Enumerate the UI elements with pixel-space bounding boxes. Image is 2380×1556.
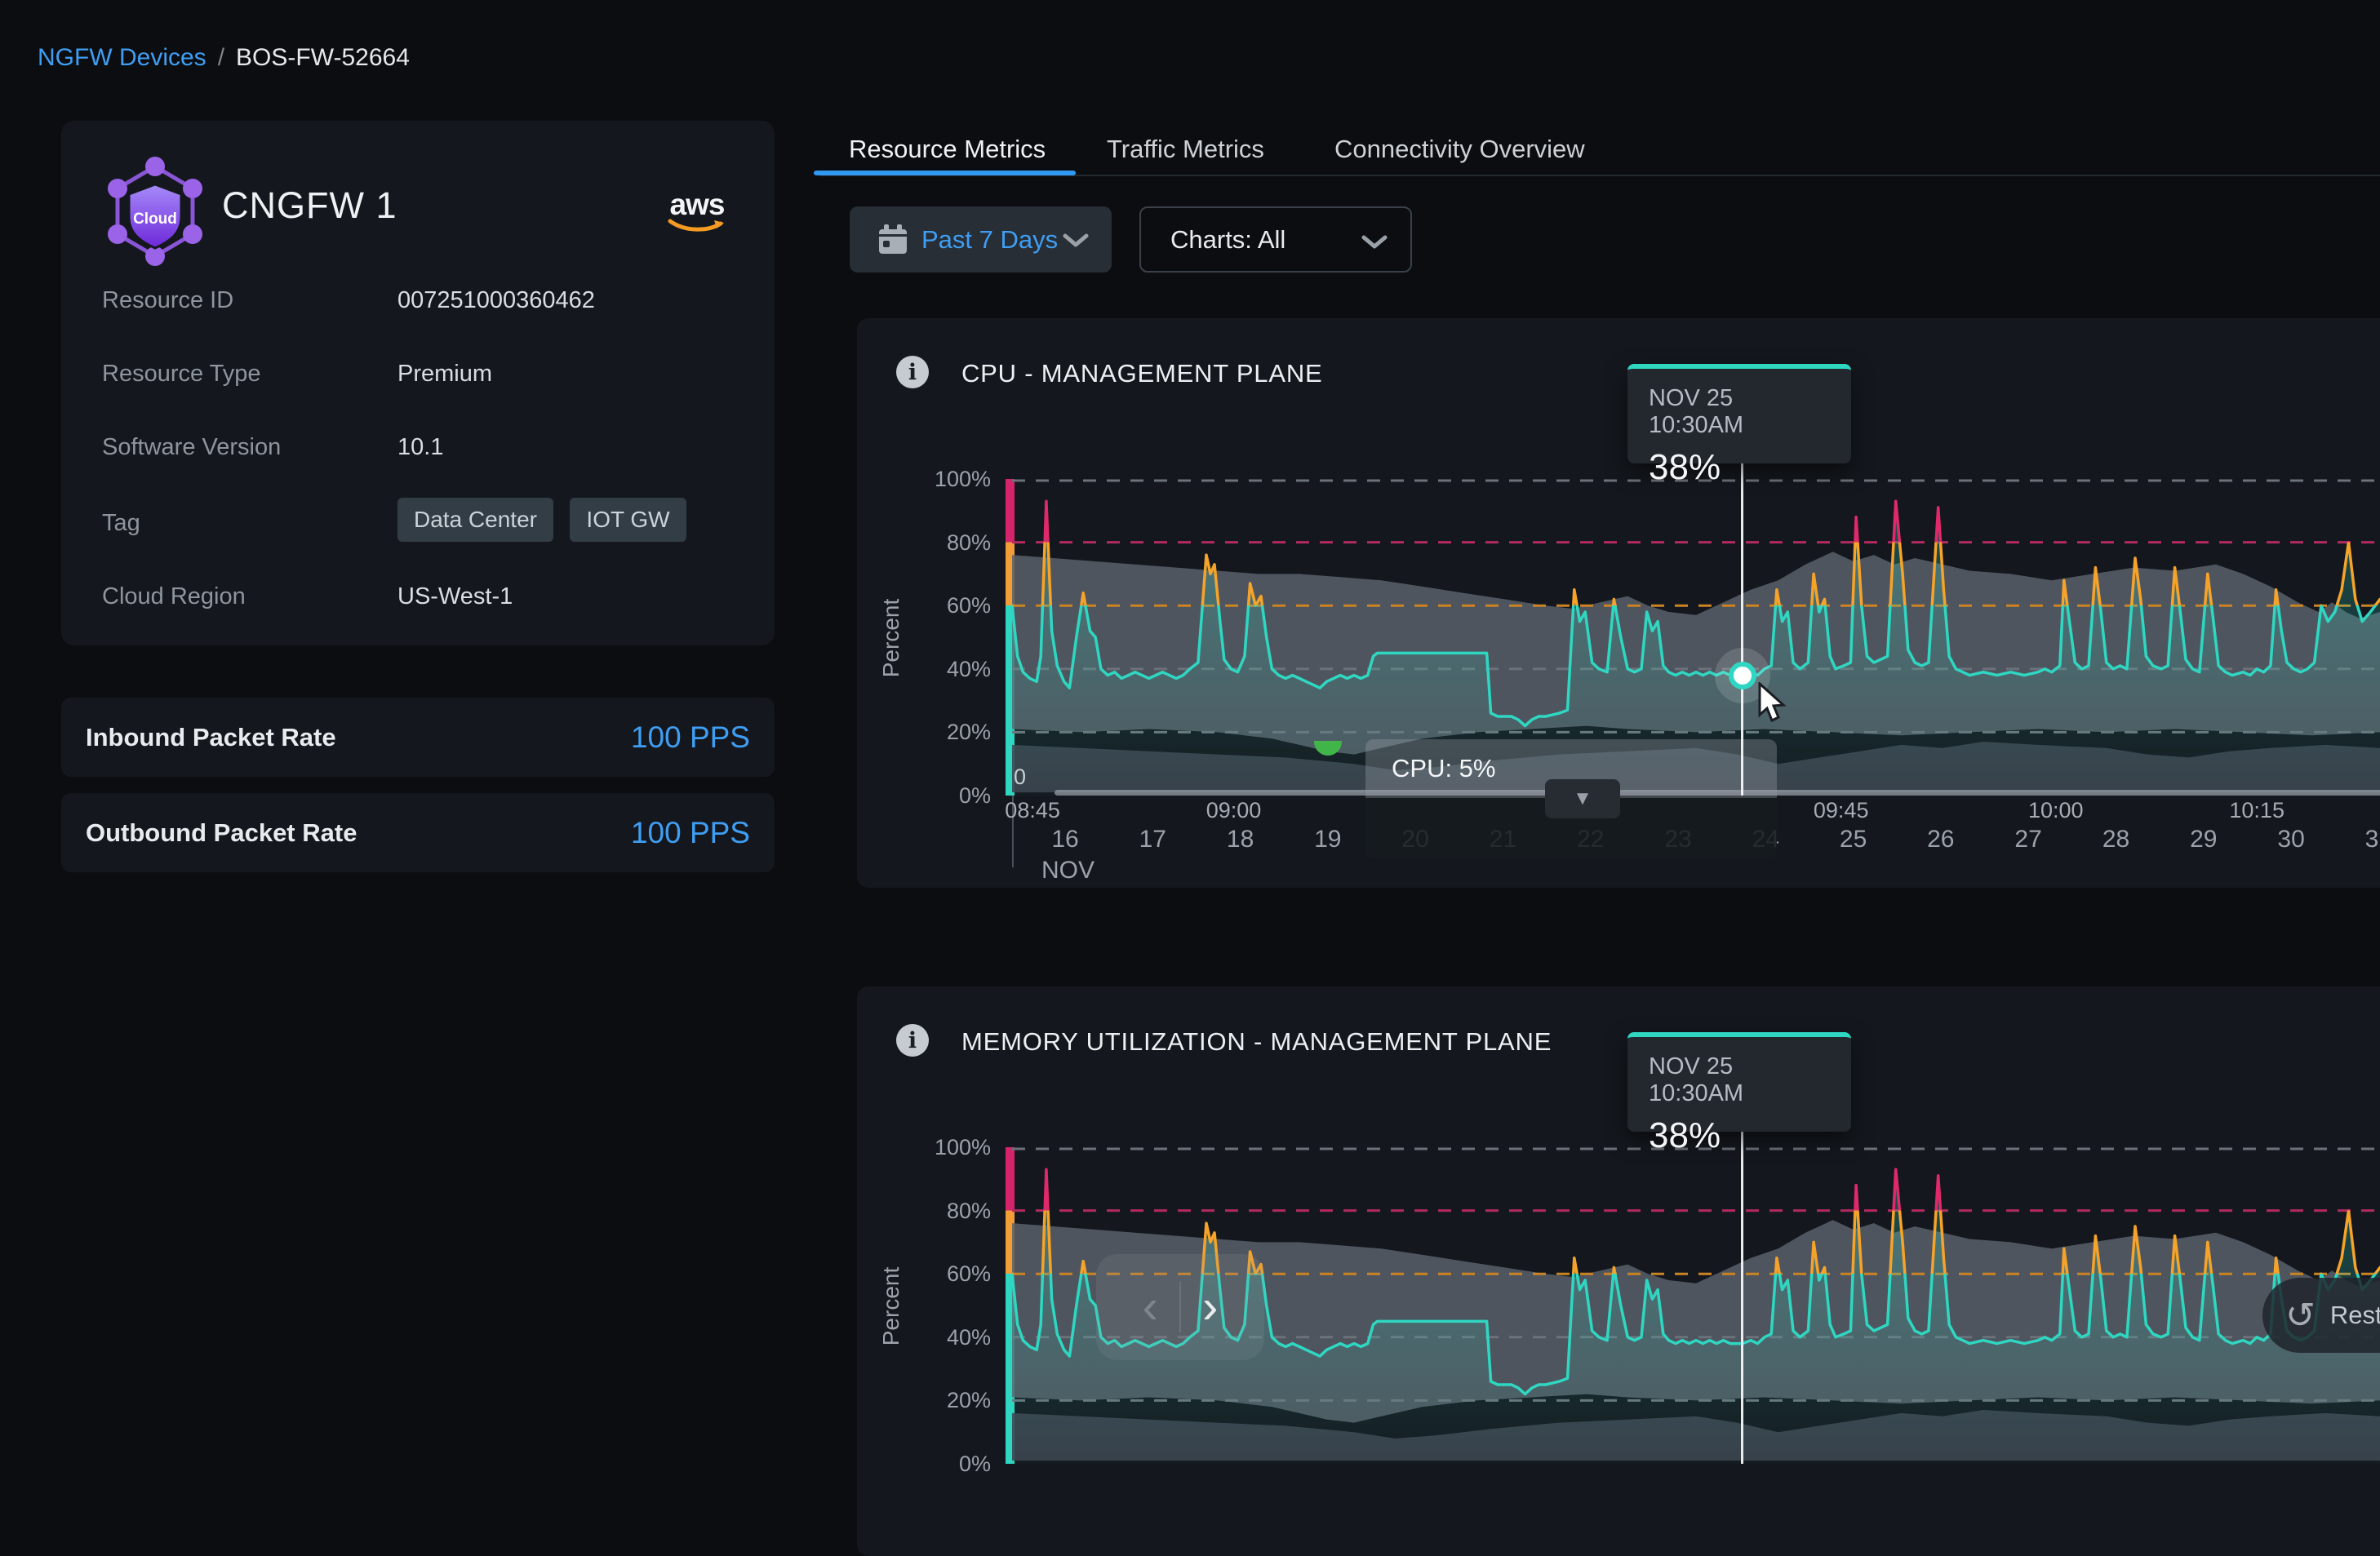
x-day-tick-label: 30 (2277, 826, 2304, 853)
field-label-software-version: Software Version (102, 434, 281, 461)
cpu-chart-card: i CPU - MANAGEMENT PLANE Percent 100% 80%… (857, 318, 2380, 888)
x-day-tick-label: 28 (2102, 826, 2129, 853)
x-day-tick-label: 26 (1927, 826, 1954, 853)
field-value-resource-id: 007251000360462 (397, 287, 595, 314)
charts-filter-label: Charts: All (1170, 225, 1285, 255)
y-tick-label: 40% (906, 1324, 991, 1350)
field-value-cloud-region: US-West-1 (397, 583, 513, 610)
y-tick-label: 60% (906, 1261, 991, 1287)
breadcrumb: NGFW Devices / BOS-FW-52664 (38, 44, 410, 72)
y-tick-label: 20% (906, 719, 991, 745)
tag-chip-iot-gw: IOT GW (570, 498, 686, 542)
hover-point-marker (1729, 662, 1756, 689)
date-range-dropdown[interactable]: Past 7 Days (850, 206, 1112, 273)
tooltip-timestamp: NOV 25 10:30AM (1649, 1053, 1830, 1107)
cpu-value-tooltip-text: CPU: 5% (1365, 754, 1495, 783)
chevron-down-icon (1063, 233, 1089, 253)
y-tick-label: 80% (906, 1198, 991, 1224)
info-icon[interactable]: i (896, 356, 929, 388)
cloud-icon-label: Cloud (133, 211, 177, 228)
y-tick-label: 20% (906, 1387, 991, 1413)
breadcrumb-parent-link[interactable]: NGFW Devices (38, 44, 206, 72)
x-time-tick-label: 09:00 (1206, 798, 1262, 823)
tag-chip-group: Data Center IOT GW (397, 498, 699, 542)
field-label-resource-id: Resource ID (102, 287, 233, 314)
x-day-tick-label: 29 (2190, 826, 2217, 853)
field-label-resource-type: Resource Type (102, 361, 261, 388)
paginator-next-button[interactable]: › (1181, 1283, 1239, 1331)
restart-button-label: Restart (2330, 1301, 2380, 1330)
cpu-chart-title: CPU - MANAGEMENT PLANE (961, 359, 1323, 388)
inbound-packet-rate-value: 100 PPS (631, 720, 750, 755)
breadcrumb-current: BOS-FW-52664 (236, 44, 410, 72)
cpu-chart-tooltip: NOV 25 10:30AM 38% (1627, 364, 1851, 463)
aws-logo-text: aws (667, 188, 727, 222)
x-time-tick-label: 09:45 (1814, 798, 1869, 823)
crosshair-line (1741, 463, 1743, 796)
outbound-packet-rate-value: 100 PPS (631, 816, 750, 850)
y-axis-labels: 100%80%60%40%20%0% (906, 1147, 991, 1464)
x-time-tick-label: 10:15 (2229, 798, 2285, 823)
x-day-tick-label: 18 (1227, 826, 1254, 853)
y-tick-label: 0% (906, 782, 991, 809)
field-value-software-version: 10.1 (397, 434, 443, 461)
date-range-label: Past 7 Days (921, 225, 1058, 255)
x-day-tick-label: 31 (2365, 826, 2380, 853)
outbound-packet-rate-label: Outbound Packet Rate (86, 818, 357, 848)
y-axis-labels: 100%80%60%40%20%0% (906, 479, 991, 796)
calendar-icon (876, 223, 910, 261)
restart-button[interactable]: ↺ Restart (2262, 1278, 2380, 1353)
tooltip-timestamp: NOV 25 10:30AM (1649, 385, 1830, 439)
y-tick-label: 100% (906, 466, 991, 492)
charts-filter-dropdown[interactable]: Charts: All (1139, 206, 1412, 273)
tab-traffic-metrics[interactable]: Traffic Metrics (1107, 135, 1264, 164)
tag-chip-data-center: Data Center (397, 498, 553, 542)
axis-pointer-handle[interactable]: ▼ (1545, 779, 1620, 818)
x-axis-month-label: NOV (1041, 857, 1095, 884)
chart-paginator: ‹ › (1096, 1254, 1264, 1360)
tooltip-value: 38% (1649, 1115, 1830, 1156)
breadcrumb-separator: / (206, 44, 236, 72)
x-day-tick-label: 27 (2014, 826, 2041, 853)
chevron-down-icon (1361, 234, 1388, 255)
y-tick-label: 0% (906, 1451, 991, 1477)
field-label-tag: Tag (102, 510, 140, 537)
y-tick-label: 100% (906, 1134, 991, 1160)
field-value-resource-type: Premium (397, 361, 492, 388)
x-day-tick-label: 25 (1840, 826, 1867, 853)
restart-icon: ↺ (2262, 1295, 2330, 1337)
device-title: CNGFW 1 (222, 184, 397, 227)
tab-connectivity-overview[interactable]: Connectivity Overview (1334, 135, 1585, 164)
inbound-packet-rate-card: Inbound Packet Rate 100 PPS (61, 698, 775, 777)
mouse-cursor-icon (1753, 682, 1796, 732)
y-axis-title: Percent (878, 1257, 904, 1355)
tab-resource-metrics[interactable]: Resource Metrics (849, 135, 1046, 164)
x-time-tick-label: 08:45 (1005, 798, 1060, 823)
inbound-packet-rate-label: Inbound Packet Rate (86, 723, 336, 752)
field-label-cloud-region: Cloud Region (102, 583, 246, 610)
crosshair-line (1741, 1132, 1743, 1464)
y-tick-label: 80% (906, 530, 991, 556)
info-icon[interactable]: i (896, 1024, 929, 1057)
x-day-tick-label: 19 (1314, 826, 1341, 853)
x-day-tick-label: 16 (1051, 826, 1078, 853)
memory-chart-title: MEMORY UTILIZATION - MANAGEMENT PLANE (961, 1027, 1552, 1057)
x-time-tick-label: 10:00 (2028, 798, 2084, 823)
device-info-card: Cloud CNGFW 1 aws Resource ID 0072510003… (61, 121, 775, 645)
outbound-packet-rate-card: Outbound Packet Rate 100 PPS (61, 793, 775, 872)
memory-chart-tooltip: NOV 25 10:30AM 38% (1627, 1032, 1851, 1132)
aws-logo-icon: aws (667, 188, 727, 238)
y-axis-title: Percent (878, 589, 904, 687)
y-tick-label: 40% (906, 656, 991, 682)
page-root: NGFW Devices / BOS-FW-52664 Cloud CNGFW … (0, 0, 2380, 1338)
tooltip-value: 38% (1649, 447, 1830, 488)
cloud-device-icon: Cloud (104, 155, 206, 269)
x-axis-origin-label: 0 (1014, 765, 1026, 790)
active-tab-underline (814, 171, 1076, 175)
memory-chart-card: i MEMORY UTILIZATION - MANAGEMENT PLANE … (857, 986, 2380, 1556)
paginator-prev-button[interactable]: ‹ (1121, 1283, 1179, 1331)
y-tick-label: 60% (906, 592, 991, 618)
x-day-tick-label: 17 (1139, 826, 1166, 853)
